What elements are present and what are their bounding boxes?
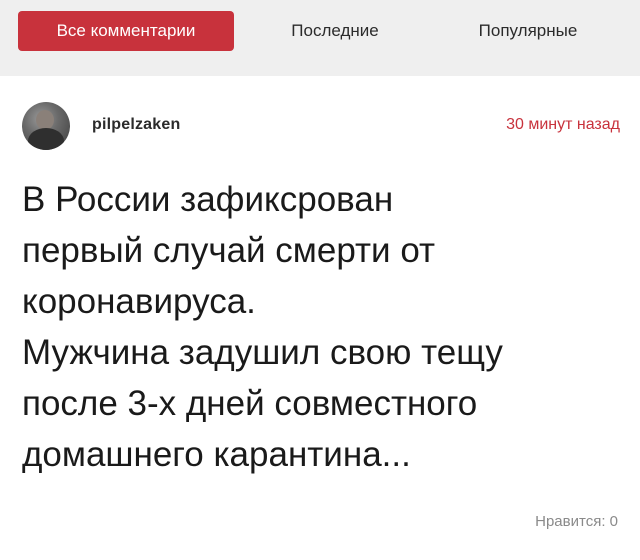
avatar-head-shape (36, 110, 54, 130)
comment-card: pilpelzaken 30 минут назад В России зафи… (0, 76, 640, 560)
tab-popular[interactable]: Популярные (448, 11, 608, 51)
tab-latest[interactable]: Последние (265, 11, 405, 51)
avatar[interactable] (22, 102, 70, 150)
likes-count[interactable]: Нравится: 0 (535, 513, 618, 530)
comment-text-line: коронавируса. (22, 282, 256, 321)
comment-text-line: В России зафиксрован (22, 180, 394, 219)
tab-all-comments[interactable]: Все комментарии (18, 11, 234, 51)
comment-text-line: домашнего карантина... (22, 435, 411, 474)
comment-timestamp: 30 минут назад (506, 116, 620, 133)
comment-text-line: Мужчина задушил свою тещу (22, 333, 503, 372)
avatar-body-shape (28, 128, 64, 150)
comment-tabs: Все комментарии Последние Популярные (0, 0, 640, 76)
comment-text-line: после 3-х дней совместного (22, 384, 478, 423)
comment-text: В России зафиксрован первый случай смерт… (22, 174, 622, 480)
comment-username[interactable]: pilpelzaken (92, 116, 180, 134)
comment-text-line: первый случай смерти от (22, 231, 436, 270)
